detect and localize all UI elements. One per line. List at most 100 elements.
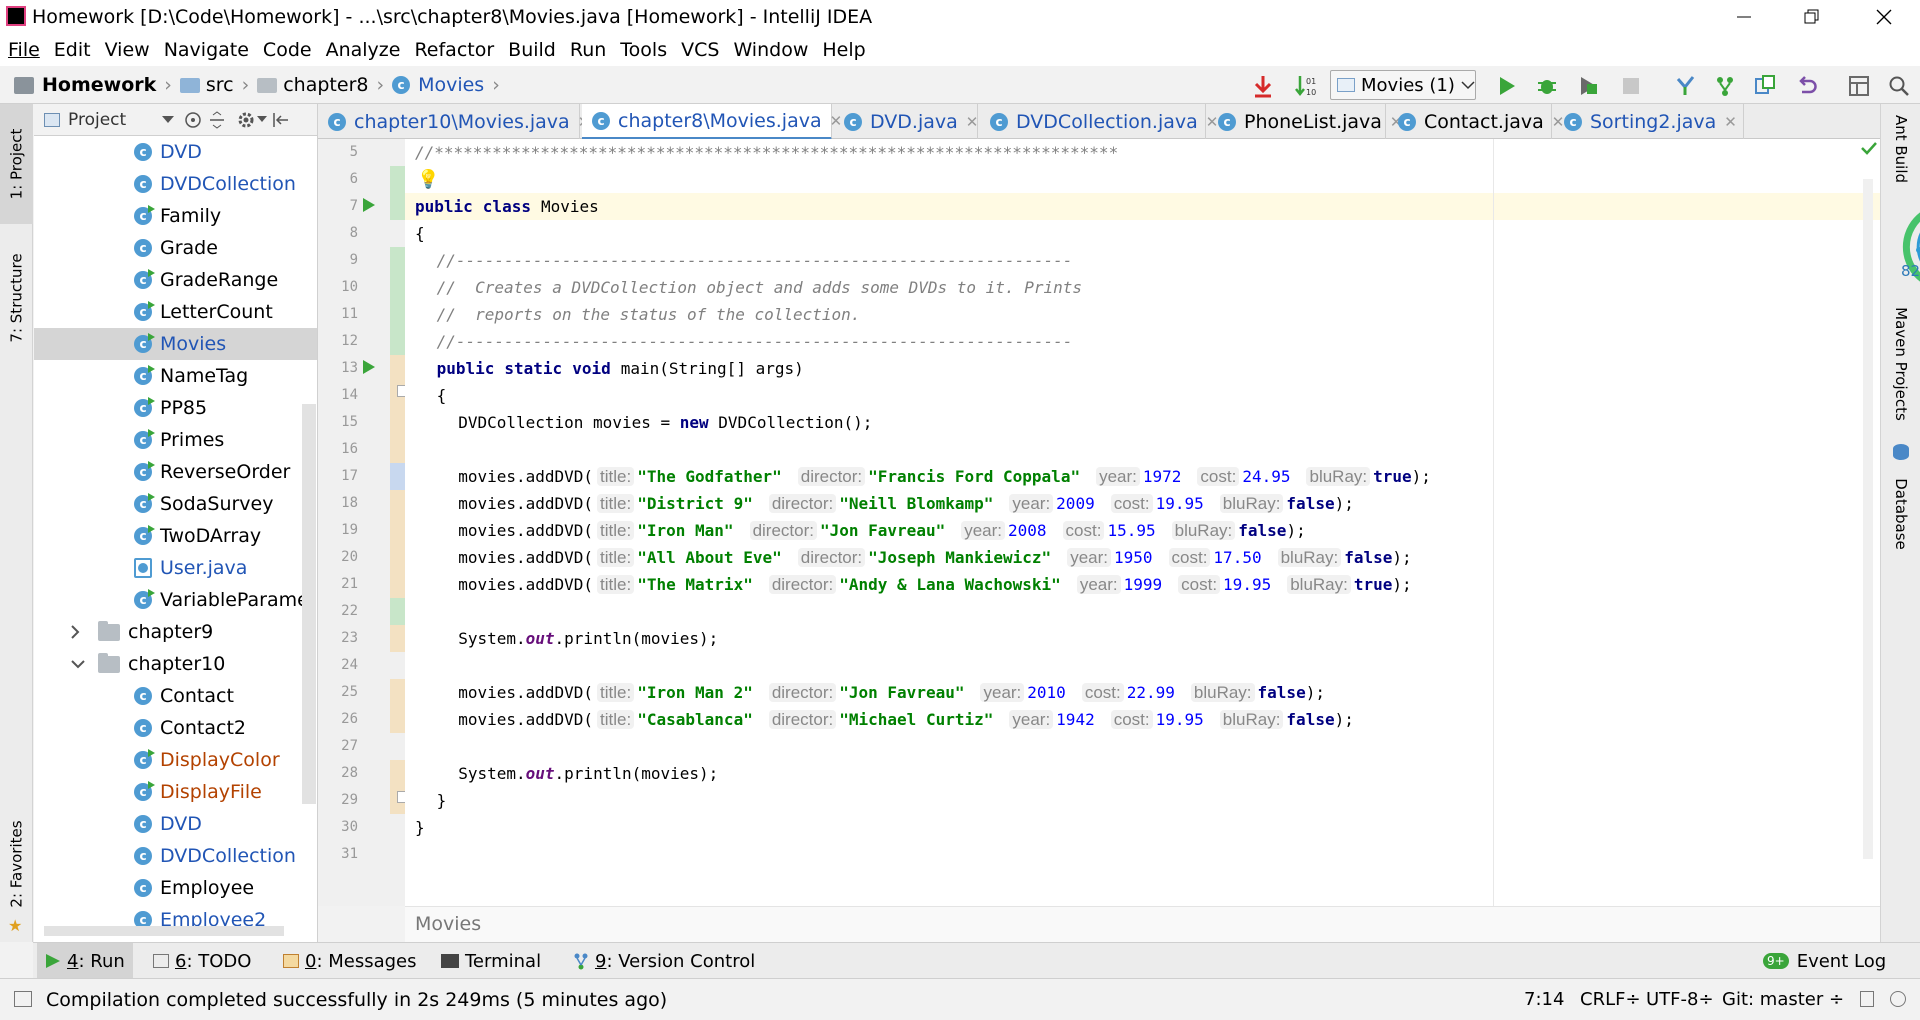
tool-terminal[interactable]: Terminal: [441, 943, 541, 979]
lock-icon[interactable]: [1860, 991, 1874, 1007]
coverage-button[interactable]: [1576, 73, 1602, 99]
memory-gauge[interactable]: 82%: [1867, 202, 1920, 292]
tree-item[interactable]: c DisplayColor: [34, 744, 317, 776]
editor-tab[interactable]: c DVD.java ✕: [834, 104, 978, 139]
menu-run[interactable]: Run: [566, 34, 610, 66]
editor-tab[interactable]: c PhoneList.java ✕: [1208, 104, 1403, 139]
tree-item[interactable]: chapter10: [34, 648, 317, 680]
tool-messages[interactable]: 0: Messages: [283, 943, 417, 979]
menu-analyze[interactable]: Analyze: [322, 34, 405, 66]
editor-tab[interactable]: c DVDCollection.java ✕: [980, 104, 1218, 139]
menu-vcs[interactable]: VCS: [677, 34, 723, 66]
project-scrollbar[interactable]: [302, 404, 316, 804]
tool-tab-structure[interactable]: 7: Structure: [0, 228, 33, 368]
breadcrumb-project[interactable]: Homework: [42, 74, 156, 96]
update-project-button[interactable]: [1250, 73, 1276, 99]
tool-todo[interactable]: 6: TODO: [153, 943, 251, 979]
tree-item[interactable]: c LetterCount: [34, 296, 317, 328]
gear-icon[interactable]: [236, 110, 256, 130]
menu-edit[interactable]: Edit: [50, 34, 95, 66]
menu-file[interactable]: File: [4, 34, 44, 66]
search-everywhere-button[interactable]: [1886, 73, 1912, 99]
editor-tab[interactable]: c Contact.java ✕: [1388, 104, 1564, 139]
tree-item[interactable]: c GradeRange: [34, 264, 317, 296]
tree-item[interactable]: cVariableParameter: [34, 584, 317, 616]
tree-item[interactable]: c Family: [34, 200, 317, 232]
close-window-button[interactable]: [1856, 0, 1912, 34]
menu-tools[interactable]: Tools: [616, 34, 671, 66]
close-tab-icon[interactable]: ✕: [1724, 113, 1737, 131]
tree-item[interactable]: c Employee: [34, 872, 317, 904]
toggle-tool-windows-icon[interactable]: [14, 991, 32, 1007]
chevron-down-icon[interactable]: [70, 659, 94, 669]
tree-item[interactable]: c Contact: [34, 680, 317, 712]
tree-item[interactable]: c DisplayFile: [34, 776, 317, 808]
menu-refactor[interactable]: Refactor: [410, 34, 498, 66]
run-configuration-select[interactable]: Movies (1): [1330, 70, 1476, 100]
editor-breadcrumb-class[interactable]: Movies: [415, 907, 481, 941]
tree-item[interactable]: c PP85: [34, 392, 317, 424]
run-gutter-icon[interactable]: [362, 359, 376, 375]
vcs-update-button[interactable]: [1672, 73, 1698, 99]
project-hscrollbar[interactable]: [44, 926, 284, 936]
breadcrumb-src[interactable]: src: [206, 74, 234, 96]
line-separator-select[interactable]: CRLF÷: [1580, 979, 1641, 1020]
sort-button[interactable]: 01 10: [1292, 73, 1318, 99]
tree-item[interactable]: c SodaSurvey: [34, 488, 317, 520]
tool-version-control[interactable]: 9: Version Control: [573, 943, 755, 979]
menu-help[interactable]: Help: [818, 34, 869, 66]
tree-item[interactable]: User.java: [34, 552, 317, 584]
editor-tab[interactable]: c Sorting2.java ✕: [1554, 104, 1744, 139]
tree-item[interactable]: c Grade: [34, 232, 317, 264]
tool-tab-favorites[interactable]: 2: Favorites: [0, 804, 33, 924]
tree-item[interactable]: c DVDCollection: [34, 168, 317, 200]
tool-tab-maven-projects[interactable]: Maven Projects: [1883, 294, 1919, 434]
tree-item[interactable]: c Movies: [34, 328, 317, 360]
encoding-select[interactable]: UTF-8÷: [1646, 979, 1714, 1020]
tool-tab-ant-build[interactable]: Ant Build: [1883, 104, 1919, 194]
lightbulb-icon[interactable]: 💡: [417, 169, 439, 190]
tree-item[interactable]: c Primes: [34, 424, 317, 456]
tool-event-log[interactable]: 9+ Event Log: [1763, 943, 1886, 979]
hide-panel-icon[interactable]: [272, 111, 290, 129]
tree-item[interactable]: chapter9: [34, 616, 317, 648]
project-view-select[interactable]: Project: [68, 110, 126, 130]
collapse-all-icon[interactable]: [208, 110, 226, 129]
vcs-revert-button[interactable]: [1794, 73, 1820, 99]
restore-button[interactable]: [1784, 0, 1840, 34]
menu-view[interactable]: View: [101, 34, 154, 66]
menu-code[interactable]: Code: [259, 34, 316, 66]
tool-tab-database[interactable]: Database: [1883, 464, 1919, 564]
run-button[interactable]: [1494, 73, 1520, 99]
chevron-right-icon[interactable]: [70, 624, 94, 640]
vcs-commit-button[interactable]: [1712, 73, 1738, 99]
run-gutter-icon[interactable]: [362, 197, 376, 213]
tree-item[interactable]: c DVD: [34, 808, 317, 840]
tool-tab-project[interactable]: 1: Project: [0, 104, 33, 224]
project-structure-button[interactable]: [1846, 73, 1872, 99]
vcs-compare-button[interactable]: [1752, 73, 1778, 99]
minimize-button[interactable]: [1716, 0, 1772, 34]
editor-tab[interactable]: c chapter8\Movies.java ✕: [582, 104, 842, 140]
tree-item[interactable]: c TwoDArray: [34, 520, 317, 552]
tree-item[interactable]: c DVD: [34, 136, 317, 168]
tree-item[interactable]: c Contact2: [34, 712, 317, 744]
inspector-icon[interactable]: [1890, 991, 1906, 1007]
close-tab-icon[interactable]: ✕: [966, 113, 979, 131]
stop-button[interactable]: [1618, 73, 1644, 99]
code-editor[interactable]: //**************************************…: [405, 139, 1880, 906]
breadcrumb-package[interactable]: chapter8: [283, 74, 368, 96]
tree-item[interactable]: c ReverseOrder: [34, 456, 317, 488]
scroll-from-source-icon[interactable]: [184, 111, 202, 129]
menu-window[interactable]: Window: [729, 34, 812, 66]
menu-navigate[interactable]: Navigate: [160, 34, 253, 66]
tool-run[interactable]: 4: Run: [37, 943, 133, 979]
caret-position[interactable]: 7:14: [1524, 979, 1564, 1020]
menu-build[interactable]: Build: [504, 34, 560, 66]
debug-button[interactable]: [1534, 73, 1560, 99]
breadcrumb-class[interactable]: Movies: [418, 74, 484, 96]
git-branch-select[interactable]: Git: master ÷: [1722, 979, 1844, 1020]
tree-item[interactable]: c NameTag: [34, 360, 317, 392]
tree-item[interactable]: c DVDCollection: [34, 840, 317, 872]
editor-tab[interactable]: cchapter10\Movies.java✕: [318, 104, 590, 139]
